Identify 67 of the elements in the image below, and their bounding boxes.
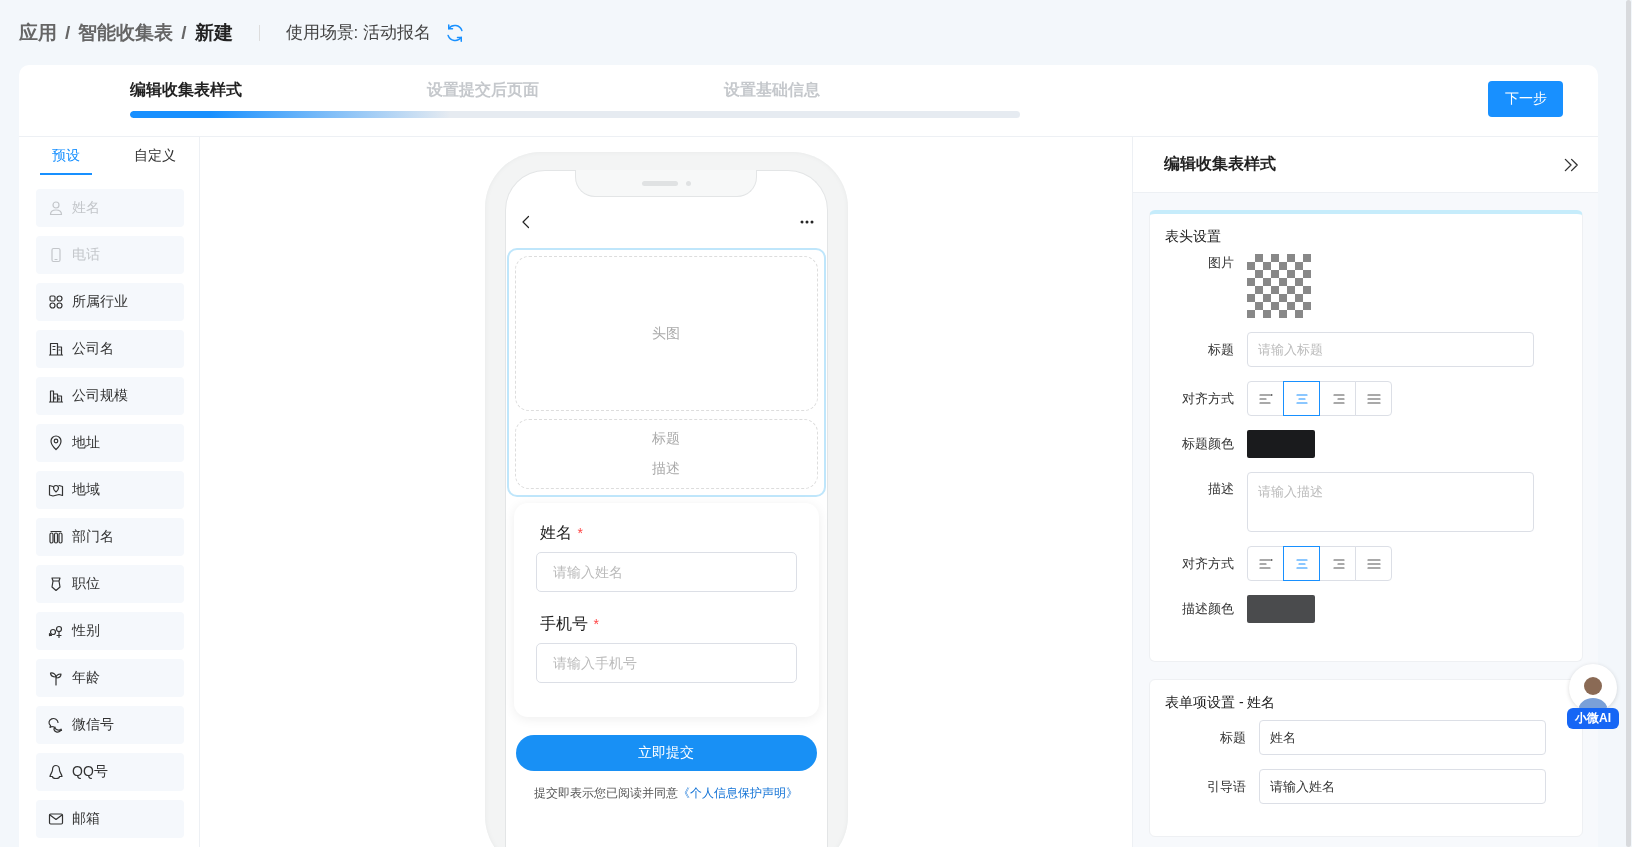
field-type-item[interactable]: 微信号 — [36, 706, 184, 744]
breadcrumb-separator: / — [181, 21, 187, 44]
breadcrumb-item[interactable]: 应用 — [19, 19, 57, 46]
field-label: 标题 — [1207, 340, 1234, 359]
input-field[interactable]: 请输入手机号 — [535, 643, 797, 683]
step-tab[interactable]: 编辑收集表样式 — [130, 80, 427, 101]
agreement-text: 提交即表示您已阅读并同意《个人信息保护声明》 — [533, 785, 799, 802]
penguin-icon — [48, 764, 64, 780]
sprout-icon — [48, 670, 64, 686]
required-mark: * — [593, 616, 599, 632]
required-mark: * — [577, 525, 583, 541]
breadcrumb-item: 新建 — [194, 20, 233, 45]
input-field[interactable]: 姓名 — [1259, 720, 1546, 755]
gender-icon — [48, 623, 64, 639]
field-label: 引导语 — [1206, 777, 1246, 796]
columns-icon — [48, 529, 64, 545]
color-swatch[interactable] — [1247, 595, 1315, 623]
section-title: 表单项设置 - 姓名 — [1165, 694, 1277, 712]
input-field[interactable]: 请输入姓名 — [535, 552, 797, 592]
breadcrumb-item[interactable]: 智能收集表 — [78, 19, 174, 46]
input-field[interactable]: 请输入描述 — [1247, 472, 1534, 532]
field-type-item[interactable]: 年龄 — [36, 659, 184, 697]
field-label: 姓名 — [539, 524, 572, 541]
field-type-item[interactable]: 性别 — [36, 612, 184, 650]
location-pin-icon — [48, 435, 64, 451]
medal-icon — [48, 576, 64, 592]
align-button[interactable] — [1283, 546, 1320, 581]
grid-icon — [48, 294, 64, 310]
field-type-item[interactable]: QQ号 — [36, 753, 184, 791]
field-label: 描述颜色 — [1181, 600, 1234, 618]
image-upload[interactable] — [1247, 254, 1311, 318]
sidebar-tab[interactable]: 自定义 — [122, 147, 188, 175]
field-label: 对齐方式 — [1181, 554, 1234, 573]
color-swatch[interactable] — [1247, 430, 1315, 458]
breadcrumb-separator: / — [65, 21, 71, 44]
input-field[interactable]: 请输入标题 — [1247, 332, 1534, 367]
mail-icon — [48, 811, 64, 827]
building-icon — [48, 341, 64, 357]
field-label: 标题 — [1219, 728, 1246, 747]
field-type-item[interactable]: 所属行业 — [36, 283, 184, 321]
field-type-item[interactable]: 地址 — [36, 424, 184, 462]
align-button[interactable] — [1283, 381, 1320, 416]
field-label: 对齐方式 — [1181, 389, 1234, 408]
privacy-link[interactable]: 《个人信息保护声明》 — [678, 786, 798, 800]
field-label: 描述 — [1207, 480, 1234, 498]
description-text: 描述 — [652, 460, 680, 478]
assistant-badge[interactable]: 小微AI — [1567, 708, 1619, 729]
field-type-item[interactable]: 公司规模 — [36, 377, 184, 415]
buildings-icon — [48, 388, 64, 404]
panel-title: 编辑收集表样式 — [1164, 154, 1276, 174]
person-icon — [48, 200, 64, 216]
section-title: 表头设置 — [1165, 228, 1222, 246]
field-type-item[interactable]: 地域 — [36, 471, 184, 509]
field-type-item[interactable]: 职位 — [36, 565, 184, 603]
map-icon — [48, 482, 64, 498]
refresh-icon — [445, 22, 465, 43]
input-field[interactable]: 请输入姓名 — [1259, 769, 1546, 804]
field-type-item[interactable]: 部门名 — [36, 518, 184, 556]
scene-label: 使用场景: 活动报名 — [285, 22, 431, 44]
field-label: 手机号 — [539, 615, 588, 632]
title-text: 标题 — [652, 430, 680, 448]
field-label: 图片 — [1207, 254, 1234, 272]
scrollbar[interactable] — [1626, 0, 1631, 847]
field-type-item[interactable]: 公司名 — [36, 330, 184, 368]
phone-icon — [48, 247, 64, 263]
field-type-item[interactable]: 邮箱 — [36, 800, 184, 838]
field-label: 标题颜色 — [1181, 435, 1234, 453]
